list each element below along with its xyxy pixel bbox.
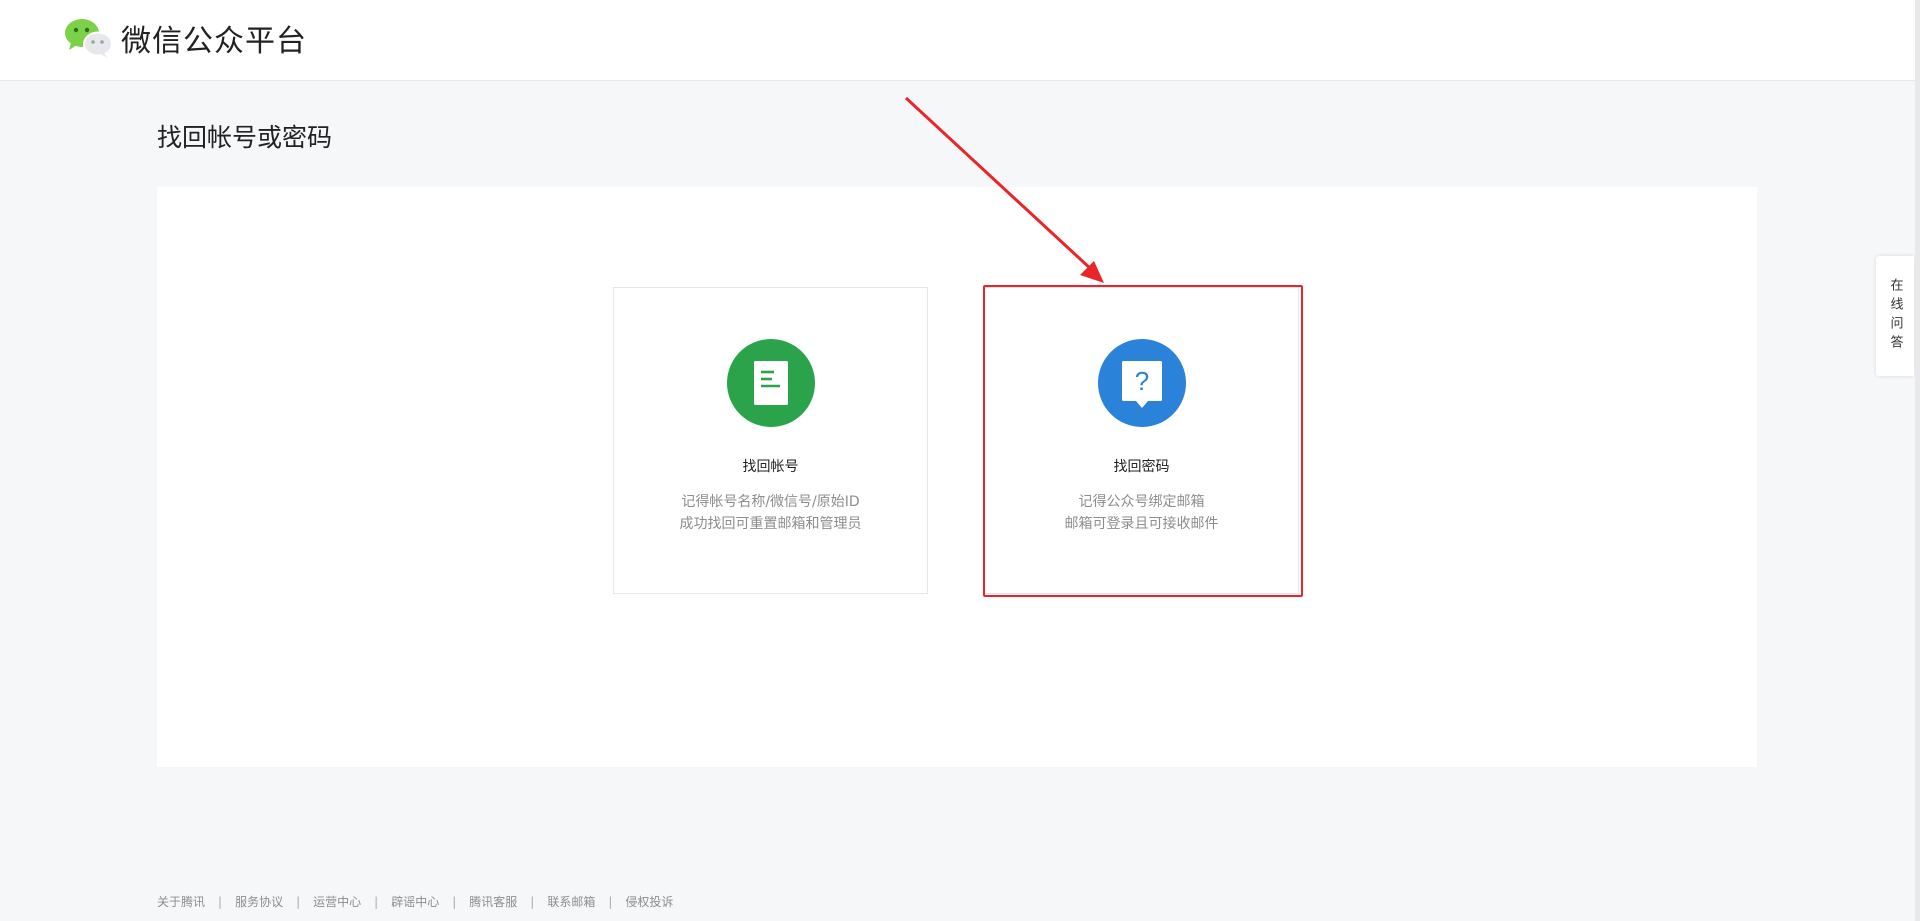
find-account-desc-line2: 成功找回可重置邮箱和管理员	[679, 516, 862, 532]
wechat-mp-logo[interactable]: 微信公众平台	[63, 16, 307, 60]
document-icon	[727, 339, 815, 427]
find-password-desc-line2: 邮箱可登录且可接收邮件	[1064, 516, 1219, 532]
footer-separator: |	[530, 894, 535, 909]
logo-text: 微信公众平台	[121, 24, 307, 59]
find-password-desc-line1: 记得公众号绑定邮箱	[1078, 494, 1205, 510]
top-header: 微信公众平台	[0, 0, 1915, 81]
footer-separator: |	[374, 894, 379, 909]
footer-link-rumor-center[interactable]: 辟谣中心	[391, 893, 439, 910]
page-scrollbar[interactable]	[1915, 0, 1920, 921]
find-account-desc: 记得帐号名称/微信号/原始ID 成功找回可重置邮箱和管理员	[614, 491, 927, 535]
footer-link-about-tencent[interactable]: 关于腾讯	[157, 893, 205, 910]
page-title: 找回帐号或密码	[157, 123, 333, 152]
footer-links: 关于腾讯 | 服务协议 | 运营中心 | 辟谣中心 | 腾讯客服 | 联系邮箱 …	[157, 893, 673, 910]
find-password-desc: 记得公众号绑定邮箱 邮箱可登录且可接收邮件	[985, 491, 1298, 535]
find-password-title: 找回密码	[1113, 459, 1170, 475]
wechat-logo-icon	[65, 19, 113, 58]
find-account-title: 找回帐号	[742, 459, 799, 475]
footer-separator: |	[608, 894, 613, 909]
recovery-panel: 找回帐号 记得帐号名称/微信号/原始ID 成功找回可重置邮箱和管理员 ? 找回密…	[157, 187, 1757, 767]
footer-separator: |	[296, 894, 301, 909]
footer-link-service-agreement[interactable]: 服务协议	[235, 893, 283, 910]
footer-link-operations-center[interactable]: 运营中心	[313, 893, 361, 910]
online-qa-tab[interactable]: 在线问答	[1876, 256, 1914, 376]
footer-link-customer-service[interactable]: 腾讯客服	[469, 893, 517, 910]
footer-link-contact-email[interactable]: 联系邮箱	[547, 893, 595, 910]
online-qa-label: 在线问答	[1887, 278, 1903, 354]
footer-separator: |	[218, 894, 223, 909]
footer-link-infringement[interactable]: 侵权投诉	[625, 893, 673, 910]
svg-text:?: ?	[1135, 366, 1149, 396]
find-account-desc-line1: 记得帐号名称/微信号/原始ID	[681, 494, 860, 510]
find-account-card[interactable]: 找回帐号 记得帐号名称/微信号/原始ID 成功找回可重置邮箱和管理员	[613, 287, 928, 594]
footer-separator: |	[452, 894, 457, 909]
find-password-card[interactable]: ? 找回密码 记得公众号绑定邮箱 邮箱可登录且可接收邮件	[984, 287, 1299, 594]
question-bubble-icon: ?	[1098, 339, 1186, 427]
